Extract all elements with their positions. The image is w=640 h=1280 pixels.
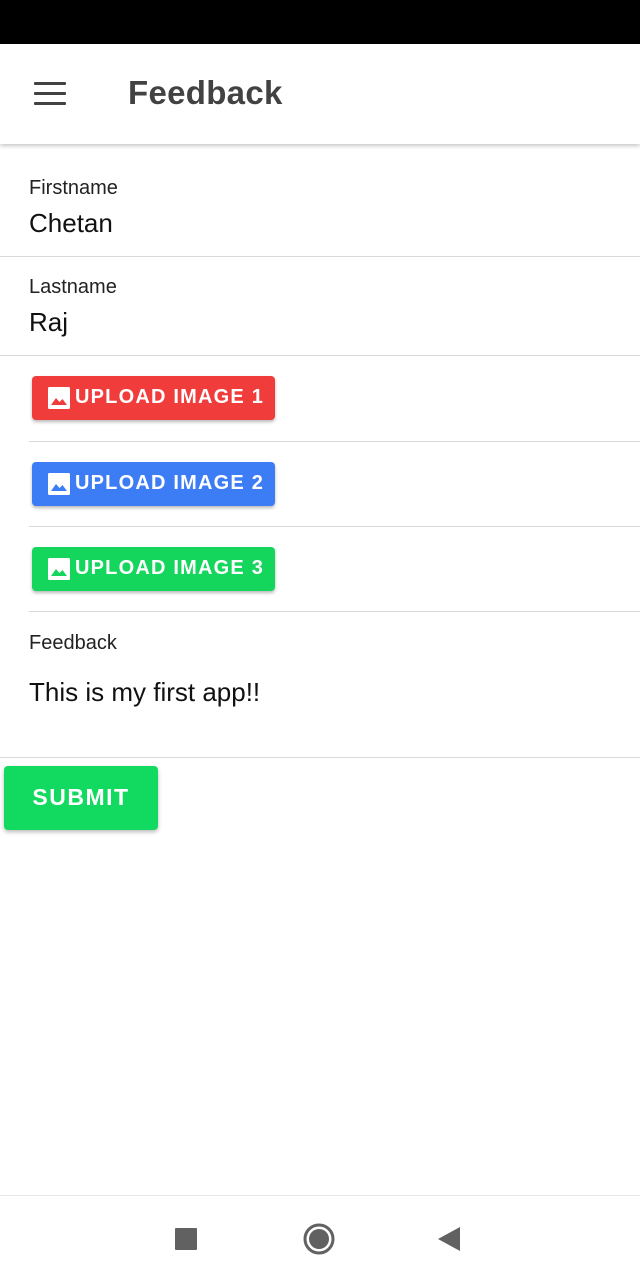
lastname-label: Lastname: [29, 276, 117, 298]
lastname-field[interactable]: Lastname Raj: [0, 257, 640, 356]
upload-image-1-button[interactable]: UPLOAD IMAGE 1: [32, 376, 275, 420]
circle-home-icon[interactable]: [303, 1223, 335, 1255]
triangle-back-icon[interactable]: [438, 1227, 460, 1251]
upload-row-1: UPLOAD IMAGE 1: [29, 356, 640, 442]
page-title: Feedback: [128, 74, 283, 111]
firstname-field[interactable]: Firstname Chetan: [0, 144, 640, 257]
upload-image-2-button[interactable]: UPLOAD IMAGE 2: [32, 462, 275, 506]
feedback-screen: Feedback Firstname Chetan Lastname Raj U…: [0, 0, 640, 1280]
image-icon: [48, 473, 70, 495]
image-icon: [48, 558, 70, 580]
upload-row-3: UPLOAD IMAGE 3: [29, 527, 640, 612]
upload-image-3-button[interactable]: UPLOAD IMAGE 3: [32, 547, 275, 591]
upload-image-3-label: UPLOAD IMAGE 3: [75, 557, 265, 579]
upload-image-1-label: UPLOAD IMAGE 1: [75, 386, 265, 408]
image-icon: [48, 387, 70, 409]
firstname-input[interactable]: Chetan: [29, 208, 113, 239]
upload-row-2: UPLOAD IMAGE 2: [29, 442, 640, 527]
feedback-input[interactable]: This is my first app!!: [29, 677, 260, 708]
feedback-label: Feedback: [29, 632, 117, 654]
app-bar: Feedback: [0, 44, 640, 144]
system-nav-bar: [0, 1195, 640, 1280]
submit-button[interactable]: SUBMIT: [4, 766, 158, 830]
hamburger-menu-icon[interactable]: [34, 82, 66, 106]
status-bar: [0, 0, 640, 44]
firstname-label: Firstname: [29, 177, 118, 199]
submit-label: SUBMIT: [32, 784, 130, 810]
upload-image-2-label: UPLOAD IMAGE 2: [75, 472, 265, 494]
feedback-field[interactable]: Feedback This is my first app!!: [0, 612, 640, 758]
lastname-input[interactable]: Raj: [29, 307, 68, 338]
square-recents-icon[interactable]: [175, 1228, 197, 1250]
